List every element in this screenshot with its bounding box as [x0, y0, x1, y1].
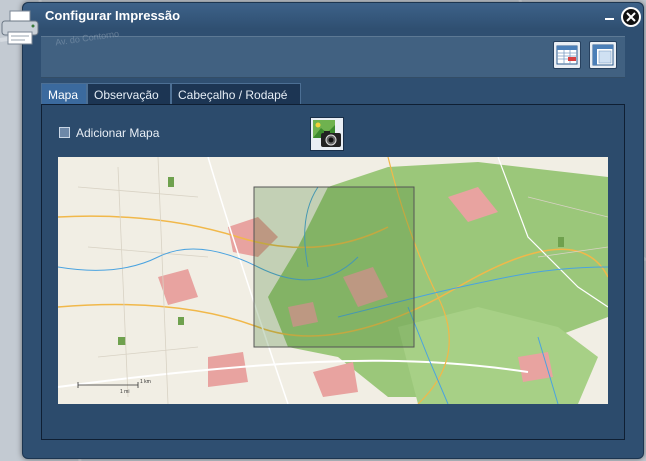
camera-icon	[313, 120, 341, 147]
dialog-titlebar[interactable]: Configurar Impressão	[23, 3, 643, 29]
add-map-checkbox[interactable]	[59, 127, 70, 138]
print-config-dialog: Configurar Impressão Av. do Contorno Map…	[22, 2, 644, 459]
map-tab-panel: Adicionar Mapa 1 km 1 mi	[41, 104, 625, 440]
dialog-toolbar	[41, 36, 625, 78]
printer-icon	[1, 10, 39, 45]
tab-cabecalho-rodape[interactable]: Cabeçalho / Rodapé	[171, 83, 301, 105]
minimize-button[interactable]	[605, 18, 614, 20]
map-preview[interactable]: 1 km 1 mi	[58, 157, 608, 404]
scale-label-mi: 1 mi	[120, 389, 129, 395]
page-layout-button[interactable]	[589, 41, 617, 69]
scale-label-km: 1 km	[140, 379, 151, 385]
dialog-title: Configurar Impressão	[45, 8, 181, 23]
tab-observacao[interactable]: Observação	[87, 83, 171, 105]
close-button[interactable]	[621, 7, 641, 27]
map-image: 1 km 1 mi	[58, 157, 608, 404]
tab-mapa[interactable]: Mapa	[41, 83, 87, 105]
page-layout-icon	[592, 44, 614, 66]
print-layout-button[interactable]	[553, 41, 581, 69]
capture-map-button[interactable]	[310, 117, 344, 151]
close-icon	[626, 12, 636, 22]
add-map-label: Adicionar Mapa	[76, 126, 160, 140]
print-layout-icon	[556, 45, 578, 65]
